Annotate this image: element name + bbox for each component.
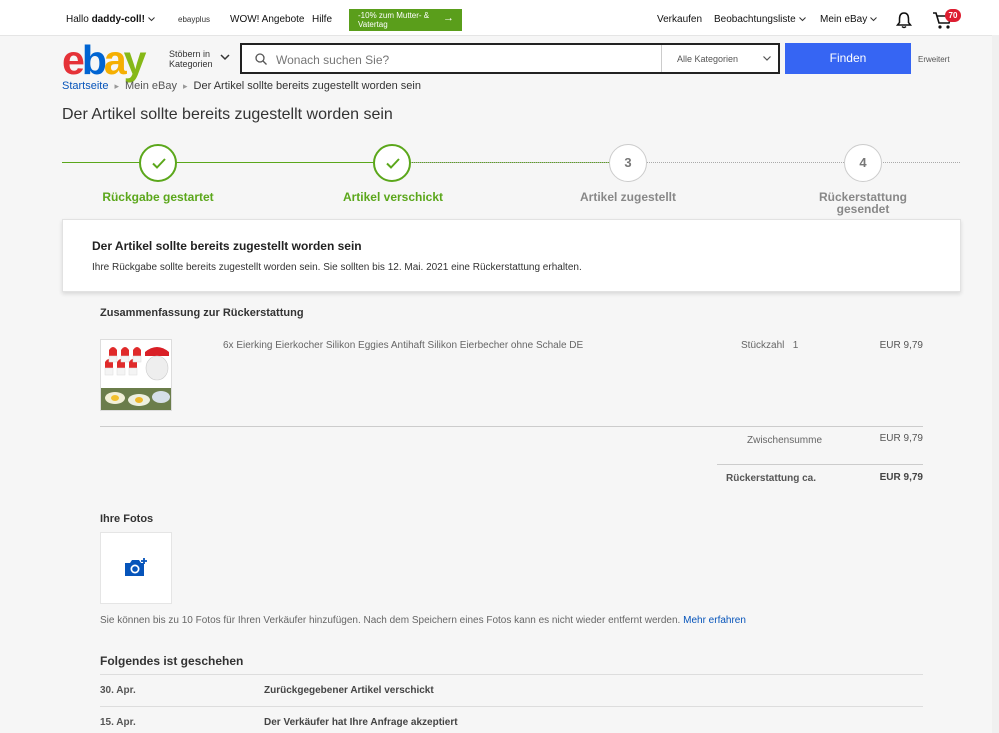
subtotal-value: EUR 9,79 (879, 433, 923, 444)
promo-text: -10% zum Mutter- & Vatertag (358, 11, 430, 29)
ebay-logo[interactable]: ebay (62, 37, 147, 83)
find-button[interactable]: Finden (785, 43, 911, 74)
divider (717, 464, 923, 465)
add-camera-icon (125, 558, 147, 576)
breadcrumb-my-ebay[interactable]: Mein eBay (125, 80, 177, 92)
category-select[interactable]: Alle Kategorien (661, 45, 780, 72)
category-select-value: Alle Kategorien (677, 54, 739, 64)
breadcrumb-current: Der Artikel sollte bereits zugestellt wo… (193, 80, 421, 92)
ebayplus-link[interactable]: ebayplus (178, 15, 210, 24)
search-bar: Alle Kategorien (240, 43, 780, 74)
history-event: Der Verkäufer hat Ihre Anfrage akzeptier… (264, 717, 458, 728)
chevron-down-icon[interactable] (220, 54, 230, 61)
breadcrumb-separator-icon: ▸ (182, 81, 188, 91)
checkmark-icon (152, 158, 166, 169)
username: daddy-coll! (91, 14, 145, 25)
item-price: EUR 9,79 (879, 340, 923, 351)
refund-summary-title: Zusammenfassung zur Rückerstattung (100, 307, 304, 319)
chevron-down-icon (147, 17, 155, 22)
photo-note: Sie können bis zu 10 Fotos für Ihren Ver… (100, 615, 746, 626)
help-link[interactable]: Hilfe (312, 14, 332, 25)
item-thumbnail[interactable] (100, 339, 172, 411)
my-ebay-link[interactable]: Mein eBay (820, 14, 877, 25)
checkmark-icon (386, 158, 400, 169)
history-date: 15. Apr. (100, 717, 136, 728)
chevron-down-icon (763, 56, 771, 61)
search-icon (255, 53, 267, 65)
subtotal-label: Zwischensumme (747, 435, 823, 446)
cart-count-badge: 70 (945, 9, 961, 22)
watchlist-link[interactable]: Beobachtungsliste (714, 14, 806, 25)
watchlist-label: Beobachtungsliste (714, 14, 796, 25)
greeting-prefix: Hallo (66, 14, 89, 25)
status-card-text: Ihre Rückgabe sollte bereits zugestellt … (92, 262, 582, 273)
arrow-right-icon: → (443, 12, 454, 24)
greeting[interactable]: Hallo daddy-coll! (66, 14, 155, 25)
search-input[interactable] (274, 45, 658, 74)
quantity-label: Stückzahl (741, 340, 785, 351)
history-event: Zurückgegebener Artikel verschickt (264, 685, 434, 696)
logo-letter-e: e (62, 37, 85, 83)
step-1-circle (139, 144, 177, 182)
top-bar: Hallo daddy-coll! ebayplus WOW! Angebote… (0, 0, 999, 36)
history-row: 30. Apr. Zurückgegebener Artikel verschi… (100, 674, 923, 701)
wow-deals-link[interactable]: WOW! Angebote (230, 14, 304, 25)
step-4-label: Rückerstattung gesendet (818, 190, 907, 216)
browse-label: Stöbern in Kategorien (169, 49, 213, 69)
quantity: Stückzahl 1 (741, 340, 798, 351)
photo-note-text: Sie können bis zu 10 Fotos für Ihren Ver… (100, 615, 681, 626)
photos-title: Ihre Fotos (100, 513, 154, 525)
refund-total-label: Rückerstattung ca. (726, 473, 817, 484)
page-title: Der Artikel sollte bereits zugestellt wo… (62, 106, 393, 123)
status-card: Der Artikel sollte bereits zugestellt wo… (62, 219, 961, 292)
logo-letter-a: a (103, 37, 127, 83)
breadcrumb: Startseite ▸ Mein eBay ▸ Der Artikel sollte … (62, 80, 421, 92)
promo-banner[interactable]: -10% zum Mutter- & Vatertag → (349, 9, 462, 31)
sell-link[interactable]: Verkaufen (657, 14, 702, 25)
add-photo-button[interactable] (100, 532, 172, 604)
step-1-label: Rückgabe gestartet (102, 190, 214, 204)
logo-letter-b: b (81, 37, 107, 83)
divider (100, 426, 923, 427)
quantity-value: 1 (792, 340, 799, 351)
egg-cooker-product-image (101, 340, 171, 410)
step-3-label: Artikel zugestellt (579, 190, 677, 204)
chevron-down-icon (870, 17, 877, 22)
logo-letter-y: y (123, 37, 147, 83)
step-2-circle (373, 144, 411, 182)
advanced-search-link[interactable]: Erweitert (918, 55, 950, 64)
scrollbar[interactable] (992, 35, 999, 733)
ebayplus-label: ebayplus (178, 15, 211, 24)
history-date: 30. Apr. (100, 685, 136, 696)
breadcrumb-separator-icon: ▸ (114, 81, 119, 91)
bell-icon[interactable] (895, 11, 913, 29)
learn-more-link[interactable]: Mehr erfahren (683, 615, 746, 626)
breadcrumb-home[interactable]: Startseite (62, 80, 108, 92)
my-ebay-label: Mein eBay (820, 14, 868, 25)
chevron-down-icon (798, 17, 806, 22)
step-4-circle: 4 (844, 144, 882, 182)
refund-total-value: EUR 9,79 (879, 472, 923, 483)
item-title-link[interactable]: 6x Eierking Eierkocher Silikon Eggies An… (223, 340, 583, 351)
history-title: Folgendes ist geschehen (100, 654, 244, 668)
browse-categories-button[interactable]: Stöbern in Kategorien (169, 49, 217, 69)
history-row: 15. Apr. Der Verkäufer hat Ihre Anfrage … (100, 706, 923, 733)
step-3-circle: 3 (609, 144, 647, 182)
status-card-title: Der Artikel sollte bereits zugestellt wo… (92, 239, 362, 253)
step-2-label: Artikel verschickt (342, 190, 444, 204)
